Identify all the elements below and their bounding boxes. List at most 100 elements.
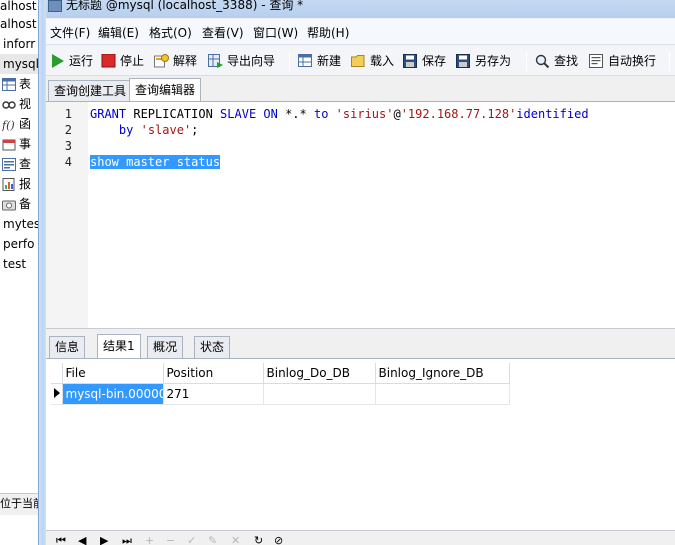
stop-button[interactable]: 停止 — [101, 50, 144, 72]
sidebar-item-tables[interactable]: 表 — [0, 74, 31, 94]
new-button[interactable]: 新建 — [298, 50, 341, 72]
sql-keyword: to — [313, 107, 329, 121]
sidebar-item-label: 查 — [19, 157, 32, 171]
tab-label: 概况 — [153, 340, 178, 354]
sql-text: *.* — [277, 107, 314, 121]
row-indicator-header — [51, 363, 63, 384]
query-window: 无标题 @mysql (localhost_3388) - 查询 * 文件(F)… — [46, 0, 675, 545]
line-number: 3 — [64, 139, 72, 153]
sidebar-item-database[interactable]: test — [0, 254, 26, 274]
tab-result1[interactable]: 结果1 — [97, 334, 141, 359]
sidebar-item-database[interactable]: mytes — [0, 214, 38, 234]
status-bar: 位于当前 — [0, 493, 38, 515]
window-icon — [48, 0, 62, 12]
editor-tab-bar: 查询创建工具 查询编辑器 — [46, 76, 675, 102]
sql-string: '192.168.77.128' — [400, 107, 517, 121]
load-button[interactable]: 载入 — [351, 50, 394, 72]
result-grid-area: File Position Binlog_Do_DB Binlog_Ignore… — [46, 358, 675, 530]
table-cell[interactable] — [375, 383, 510, 405]
auto-wrap-label: 自动换行 — [608, 54, 657, 68]
next-record-icon[interactable]: ▶ — [100, 535, 108, 545]
sidebar-item-database[interactable]: perfo — [0, 234, 35, 254]
sidebar-item-connection[interactable]: alhost — [0, 14, 37, 34]
table-cell[interactable]: mysql-bin.00000 — [62, 383, 164, 405]
sql-keyword: ON — [263, 107, 278, 121]
menu-view[interactable]: 查看(V) — [202, 24, 244, 41]
add-record-icon[interactable]: + — [145, 535, 154, 545]
sidebar-item-reports[interactable]: 报 — [0, 174, 31, 194]
sidebar-item-label: inforr — [3, 37, 36, 51]
column-header[interactable]: Binlog_Do_DB — [263, 363, 376, 384]
sidebar-item-queries[interactable]: 查 — [0, 154, 31, 174]
table-row[interactable]: mysql-bin.00000 271 — [51, 383, 510, 405]
background-sidebar: alhost alhost inforr mysql 表 视 f() 函 事 查 … — [0, 0, 38, 545]
menu-bar: 文件(F) 编辑(E) 格式(O) 查看(V) 窗口(W) 帮助(H) — [46, 19, 675, 45]
sidebar-item-database[interactable]: inforr — [0, 34, 35, 54]
cancel-changes-icon[interactable]: ✕ — [231, 535, 240, 545]
menu-file[interactable]: 文件(F) — [50, 24, 90, 41]
tab-label: 信息 — [55, 340, 80, 354]
previous-record-icon[interactable]: ◀ — [78, 535, 86, 545]
stop-loading-icon[interactable]: ⊘ — [274, 535, 283, 545]
header-row: File Position Binlog_Do_DB Binlog_Ignore… — [51, 363, 510, 384]
table-cell[interactable]: 271 — [163, 383, 264, 405]
tab-info[interactable]: 信息 — [49, 336, 86, 358]
sidebar-item-events[interactable]: 事 — [0, 134, 31, 154]
view-icon — [2, 101, 16, 109]
table-cell[interactable] — [263, 383, 376, 405]
function-icon: f() — [2, 119, 15, 131]
last-record-icon[interactable]: ⏭ — [122, 535, 132, 545]
edit-record-icon[interactable]: ✎ — [208, 535, 217, 545]
line-number-gutter: 1 2 3 4 — [46, 102, 88, 329]
column-header[interactable]: Binlog_Ignore_DB — [375, 363, 510, 384]
title-bar[interactable]: 无标题 @mysql (localhost_3388) - 查询 * — [46, 0, 675, 18]
first-record-icon[interactable]: ⏮ — [56, 535, 66, 545]
table-icon — [2, 78, 16, 91]
sidebar-item-database-mysql[interactable]: mysql — [0, 54, 38, 74]
column-header[interactable]: File — [62, 363, 164, 384]
menu-format[interactable]: 格式(O) — [149, 24, 192, 41]
sql-keyword: SLAVE — [220, 107, 257, 121]
sql-editor[interactable]: 1 2 3 4 GRANT REPLICATION SLAVE ON *.* t… — [46, 101, 675, 329]
sidebar-item-functions[interactable]: f() 函 — [0, 114, 31, 134]
sql-string: 'slave' — [140, 123, 192, 137]
code-line-4: show master status — [90, 155, 221, 169]
explain-button[interactable]: 解释 — [154, 50, 197, 72]
menu-edit[interactable]: 编辑(E) — [98, 24, 139, 41]
sidebar-item-label: alhost — [0, 17, 37, 31]
tab-label: 结果1 — [103, 339, 135, 353]
record-navigation-bar: ⏮ ◀ ▶ ⏭ + − ✓ ✎ ✕ ↻ ⊘ — [46, 530, 675, 545]
sql-keyword: GRANT — [90, 107, 127, 121]
save-as-button[interactable]: 另存为 — [456, 50, 511, 72]
sidebar-item-label: perfo — [3, 237, 35, 251]
sidebar-item-label: 函 — [19, 117, 32, 131]
tab-query-builder[interactable]: 查询创建工具 — [48, 80, 133, 102]
toolbar: 运行 停止 解释 导出向导 新建 载入 保存 另存为 查找 自动换行 — [46, 46, 675, 76]
sql-keyword: by — [118, 123, 134, 137]
refresh-icon[interactable]: ↻ — [254, 535, 263, 545]
tab-status[interactable]: 状态 — [194, 336, 231, 358]
query-icon — [2, 158, 16, 171]
save-label: 保存 — [422, 54, 447, 68]
auto-wrap-button[interactable]: 自动换行 — [589, 50, 656, 72]
menu-window[interactable]: 窗口(W) — [253, 24, 298, 41]
apply-changes-icon[interactable]: ✓ — [187, 535, 196, 545]
run-button[interactable]: 运行 — [50, 50, 93, 72]
delete-record-icon[interactable]: − — [166, 535, 175, 545]
sidebar-item-views[interactable]: 视 — [0, 94, 31, 114]
tab-query-editor[interactable]: 查询编辑器 — [129, 78, 202, 102]
sidebar-item-backups[interactable]: 备 — [0, 194, 31, 214]
tab-profile[interactable]: 概况 — [147, 336, 184, 358]
save-button[interactable]: 保存 — [403, 50, 446, 72]
export-wizard-button[interactable]: 导出向导 — [208, 50, 275, 72]
column-header[interactable]: Position — [163, 363, 264, 384]
event-icon — [2, 139, 16, 151]
tab-label: 查询创建工具 — [54, 84, 127, 98]
sidebar-item-label: mysql — [3, 57, 38, 71]
toolbar-separator — [289, 51, 290, 71]
find-button[interactable]: 查找 — [535, 50, 578, 72]
menu-help[interactable]: 帮助(H) — [307, 24, 349, 41]
sidebar-item-label: mytes — [3, 217, 38, 231]
